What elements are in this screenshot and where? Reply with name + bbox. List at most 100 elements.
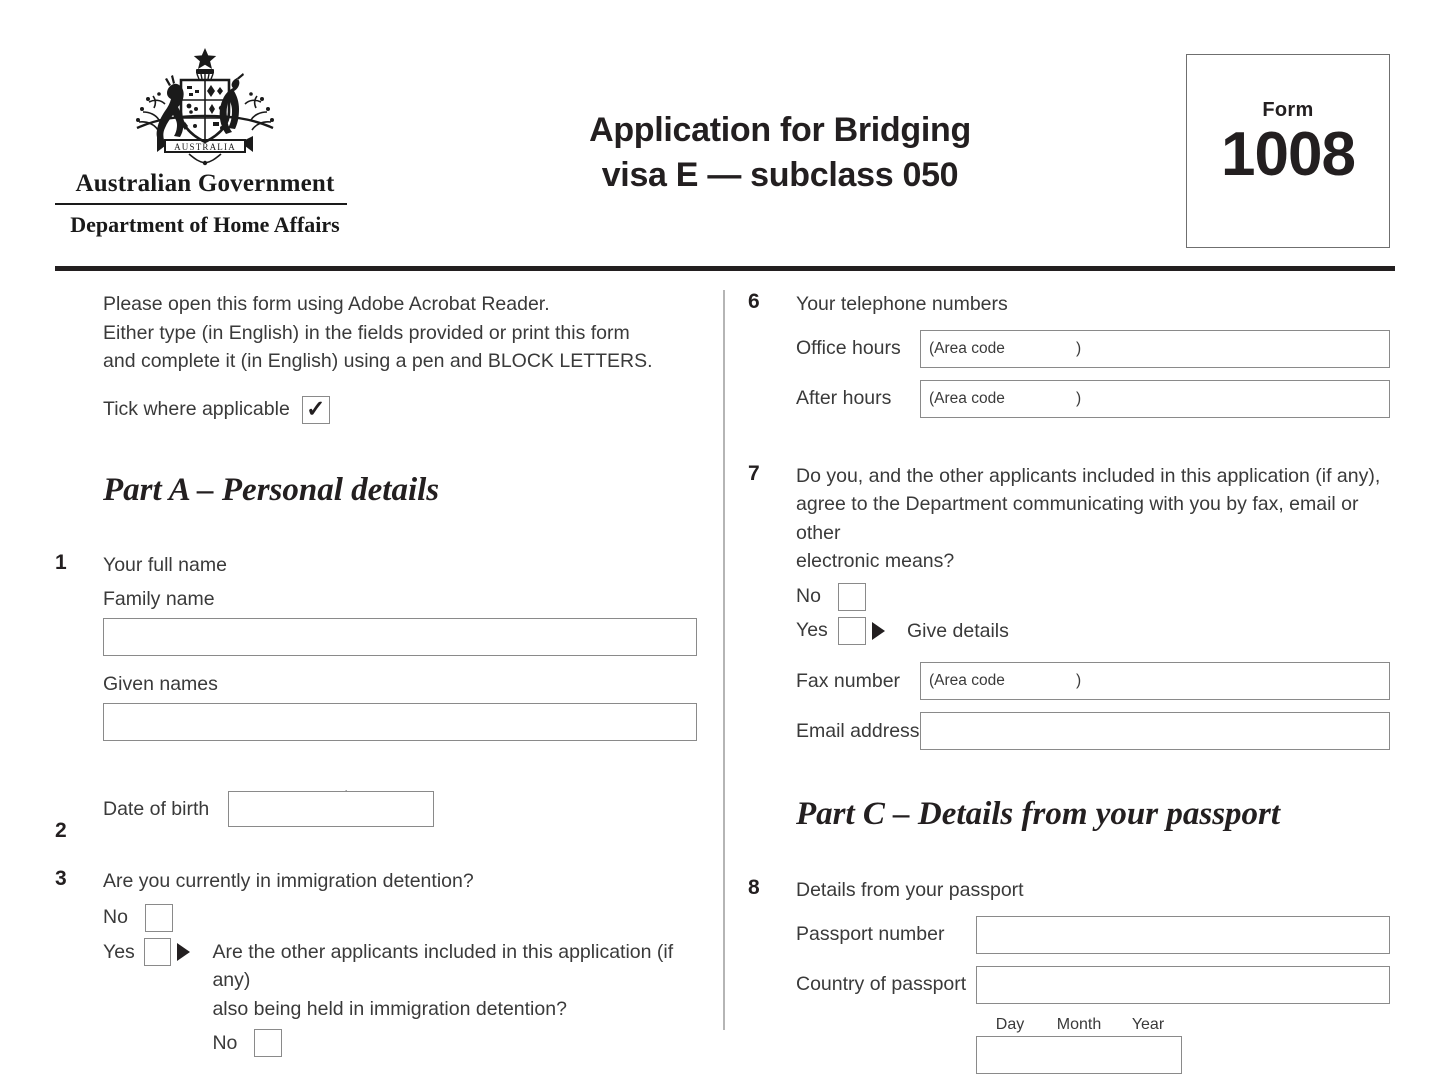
country-of-passport-label: Country of passport	[796, 973, 967, 995]
fax-area-code-close: )	[1076, 672, 1082, 689]
office-hours-row: Office hours (Area code )	[796, 329, 1408, 368]
question-7-no-option[interactable]: No	[796, 582, 1408, 611]
instruction-line-3: and complete it (in English) using a pen…	[103, 350, 653, 372]
country-of-passport-input[interactable]	[976, 965, 1390, 1004]
form-header: AUSTRALIA Australian Government Departme…	[0, 0, 1448, 272]
question-3-follow-no-label: No	[212, 1032, 238, 1054]
email-address-input[interactable]	[920, 712, 1390, 750]
question-7-yes-option[interactable]: Yes Give details	[796, 616, 1408, 646]
question-7-text-line-1: Do you, and the other applicants include…	[796, 464, 1381, 487]
passport-day-label: Day	[995, 1015, 1025, 1033]
question-8-number: 8	[748, 876, 760, 899]
question-3-no-option[interactable]: No	[103, 903, 705, 932]
country-of-passport-row: Country of passport	[796, 965, 1408, 1004]
question-3-no-label: No	[103, 906, 128, 928]
tick-example-checkbox	[301, 395, 330, 424]
question-3-number: 3	[55, 867, 67, 890]
question-7-text-line-3: electronic means?	[796, 550, 955, 572]
chevron-right-icon	[872, 621, 885, 640]
question-7-no-label: No	[796, 585, 821, 607]
after-hours-area-code-close: )	[1076, 389, 1082, 407]
question-7-text-line-2: agree to the Department communicating wi…	[796, 493, 1359, 544]
given-names-label: Given names	[103, 673, 218, 695]
family-name-label: Family name	[103, 588, 215, 610]
fax-number-input[interactable]: (Area code )	[920, 662, 1390, 700]
passport-year-label: Year	[1131, 1015, 1165, 1033]
question-7-give-details-label: Give details	[907, 619, 1009, 642]
question-7-yes-label: Yes	[796, 619, 828, 642]
question-3-follow-up: Are the other applicants included in thi…	[212, 938, 705, 1058]
office-hours-area-code-hint: (Area code	[929, 339, 1005, 357]
fax-number-label: Fax number	[796, 669, 901, 692]
australian-coat-of-arms-icon: AUSTRALIA	[136, 48, 274, 166]
question-1-text: Your full name	[103, 553, 227, 576]
tick-legend-label: Tick where applicable	[103, 398, 290, 420]
date-of-birth-input[interactable]	[228, 791, 434, 827]
after-hours-label: After hours	[796, 387, 892, 409]
fax-area-code-hint: (Area code	[929, 672, 1005, 689]
page-title: Application for Bridging visa E — subcla…	[430, 108, 1130, 198]
form-number-box: Form 1008	[1186, 54, 1390, 248]
question-7-yes-checkbox[interactable]	[838, 616, 866, 645]
question-2: 2 Day Month Year Date of birth	[55, 789, 705, 842]
header-divider-rule	[55, 266, 1395, 271]
question-3-no-checkbox[interactable]	[145, 903, 173, 932]
office-hours-label: Office hours	[796, 337, 901, 359]
question-8: 8 Details from your passport Passport nu…	[748, 876, 1408, 1074]
question-6-text: Your telephone numbers	[796, 293, 1008, 315]
fax-number-row: Fax number (Area code )	[796, 662, 1408, 700]
form-word-label: Form	[1262, 99, 1314, 121]
department-name: Department of Home Affairs	[70, 212, 340, 237]
question-7-number: 7	[748, 461, 760, 485]
question-3-yes-label: Yes	[103, 940, 135, 963]
part-a-heading: Part A – Personal details	[103, 471, 440, 508]
instruction-line-1: Please open this form using Adobe Acroba…	[103, 293, 550, 315]
question-3-text: Are you currently in immigration detenti…	[103, 870, 474, 892]
question-2-text: Date of birth	[103, 797, 210, 820]
svg-text:AUSTRALIA: AUSTRALIA	[174, 142, 236, 152]
chevron-right-icon	[177, 942, 191, 961]
passport-date-input[interactable]	[976, 1035, 1182, 1074]
question-2-number: 2	[55, 819, 67, 842]
part-c-heading: Part C – Details from your passport	[796, 796, 1281, 832]
question-7: 7 Do you, and the other applicants inclu…	[748, 461, 1408, 750]
passport-date-headings: Day Month Year	[976, 1016, 1182, 1034]
form-number: 1008	[1221, 120, 1356, 189]
passport-month-label: Month	[1056, 1015, 1102, 1033]
family-name-input[interactable]	[103, 618, 697, 656]
government-branding: AUSTRALIA Australian Government Departme…	[55, 42, 355, 238]
passport-number-label: Passport number	[796, 923, 945, 945]
after-hours-area-code-hint: (Area code	[929, 389, 1005, 407]
question-3-follow-line-2: also being held in immigration detention…	[212, 997, 567, 1020]
question-3-yes-option[interactable]: Yes Are the other applicants included in…	[103, 937, 705, 1058]
left-column: Please open this form using Adobe Acroba…	[55, 290, 705, 1058]
tick-legend: Tick where applicable	[103, 395, 705, 424]
question-1-number: 1	[55, 550, 67, 574]
email-address-label: Email address	[796, 719, 920, 742]
question-3-follow-line-1: Are the other applicants included in thi…	[212, 940, 674, 992]
instruction-line-2: Either type (in English) in the fields p…	[103, 321, 630, 344]
government-name: Australian Government	[75, 170, 335, 197]
question-1: 1 Your full name Family name Given names	[55, 550, 705, 741]
passport-number-input[interactable]	[976, 915, 1390, 954]
question-3-follow-no-option[interactable]: No	[212, 1029, 705, 1058]
form-title-line-1: Application for Bridging	[589, 111, 971, 149]
after-hours-input[interactable]: (Area code )	[920, 379, 1390, 418]
form-title-line-2: visa E — subclass 050	[601, 156, 959, 194]
question-7-no-checkbox[interactable]	[838, 582, 866, 611]
question-3-follow-no-checkbox[interactable]	[254, 1029, 283, 1058]
question-6-number: 6	[748, 290, 760, 313]
office-hours-input[interactable]: (Area code )	[920, 329, 1390, 368]
office-hours-area-code-close: )	[1076, 339, 1082, 357]
question-3: 3 Are you currently in immigration deten…	[55, 867, 705, 1058]
question-3-yes-checkbox[interactable]	[144, 937, 172, 966]
after-hours-row: After hours (Area code )	[796, 379, 1408, 418]
instructions-block: Please open this form using Adobe Acroba…	[55, 290, 705, 424]
given-names-input[interactable]	[103, 703, 697, 741]
email-address-row: Email address	[796, 712, 1408, 750]
right-column: 6 Your telephone numbers Office hours (A…	[748, 290, 1408, 1074]
branding-divider	[55, 203, 347, 205]
column-divider	[723, 290, 725, 1030]
question-8-text: Details from your passport	[796, 879, 1024, 901]
question-6: 6 Your telephone numbers Office hours (A…	[748, 290, 1408, 418]
